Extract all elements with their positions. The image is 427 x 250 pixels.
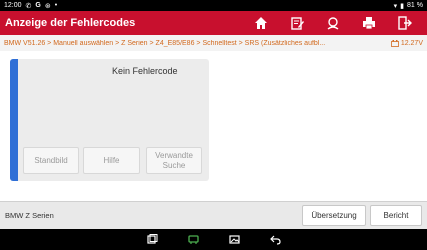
signal-icon: ✆	[25, 2, 32, 10]
support-icon	[327, 17, 339, 30]
related-search-label-1: Verwandte	[155, 150, 193, 160]
system-navigation-bar	[0, 229, 427, 250]
google-icon: G	[35, 2, 41, 9]
main-content: Kein Fehlercode Standbild Hilfe Verwandt…	[0, 51, 427, 201]
support-button[interactable]	[319, 14, 347, 32]
related-search-label-2: Suche	[162, 160, 186, 170]
bottom-bar: BMW Z Serien Übersetzung Bericht	[0, 201, 427, 229]
battery-voltage-icon	[390, 39, 399, 47]
vehicle-model-label: BMW Z Serien	[5, 211, 54, 220]
vci-connector-icon[interactable]	[187, 234, 199, 245]
print-button[interactable]	[355, 14, 383, 32]
wifi-icon: ▾	[393, 2, 398, 10]
gallery-icon[interactable]	[228, 234, 240, 245]
exit-icon	[398, 16, 412, 30]
no-fault-code-message: Kein Fehlercode	[112, 66, 178, 76]
voltage-value: 12.27V	[400, 39, 423, 47]
help-button[interactable]: Hilfe	[83, 147, 140, 174]
status-time: 12:00	[4, 2, 22, 9]
status-bar: 12:00 ✆ G ⊛ • ▾ ▮ 81 %	[0, 0, 427, 11]
battery-level: 81 %	[407, 2, 423, 9]
translate-button[interactable]: Übersetzung	[302, 205, 366, 226]
dtc-result-card: Kein Fehlercode Standbild Hilfe Verwandt…	[10, 59, 209, 181]
breadcrumb: BMW V51.26 > Manuell auswählen > Z Serie…	[0, 35, 427, 51]
sync-icon: ⊛	[44, 2, 51, 10]
print-icon	[363, 17, 375, 30]
related-search-button[interactable]: Verwandte Suche	[146, 147, 202, 174]
home-button[interactable]	[247, 14, 275, 32]
exit-button[interactable]	[391, 14, 419, 32]
freeze-frame-button[interactable]: Standbild	[23, 147, 79, 174]
battery-icon: ▮	[400, 2, 405, 10]
breadcrumb-path: BMW V51.26 > Manuell auswählen > Z Serie…	[4, 39, 326, 47]
home-icon	[255, 17, 267, 29]
back-icon[interactable]	[269, 234, 281, 245]
card-accent-bar	[10, 59, 18, 181]
recent-apps-icon[interactable]	[146, 234, 158, 245]
notification-dot-icon: •	[54, 2, 58, 9]
edit-report-button[interactable]	[283, 14, 311, 32]
report-button[interactable]: Bericht	[370, 205, 422, 226]
page-title: Anzeige der Fehlercodes	[5, 17, 136, 29]
title-bar: Anzeige der Fehlercodes	[0, 11, 427, 35]
report-edit-icon	[291, 17, 304, 30]
voltage-indicator: 12.27V	[390, 39, 423, 47]
